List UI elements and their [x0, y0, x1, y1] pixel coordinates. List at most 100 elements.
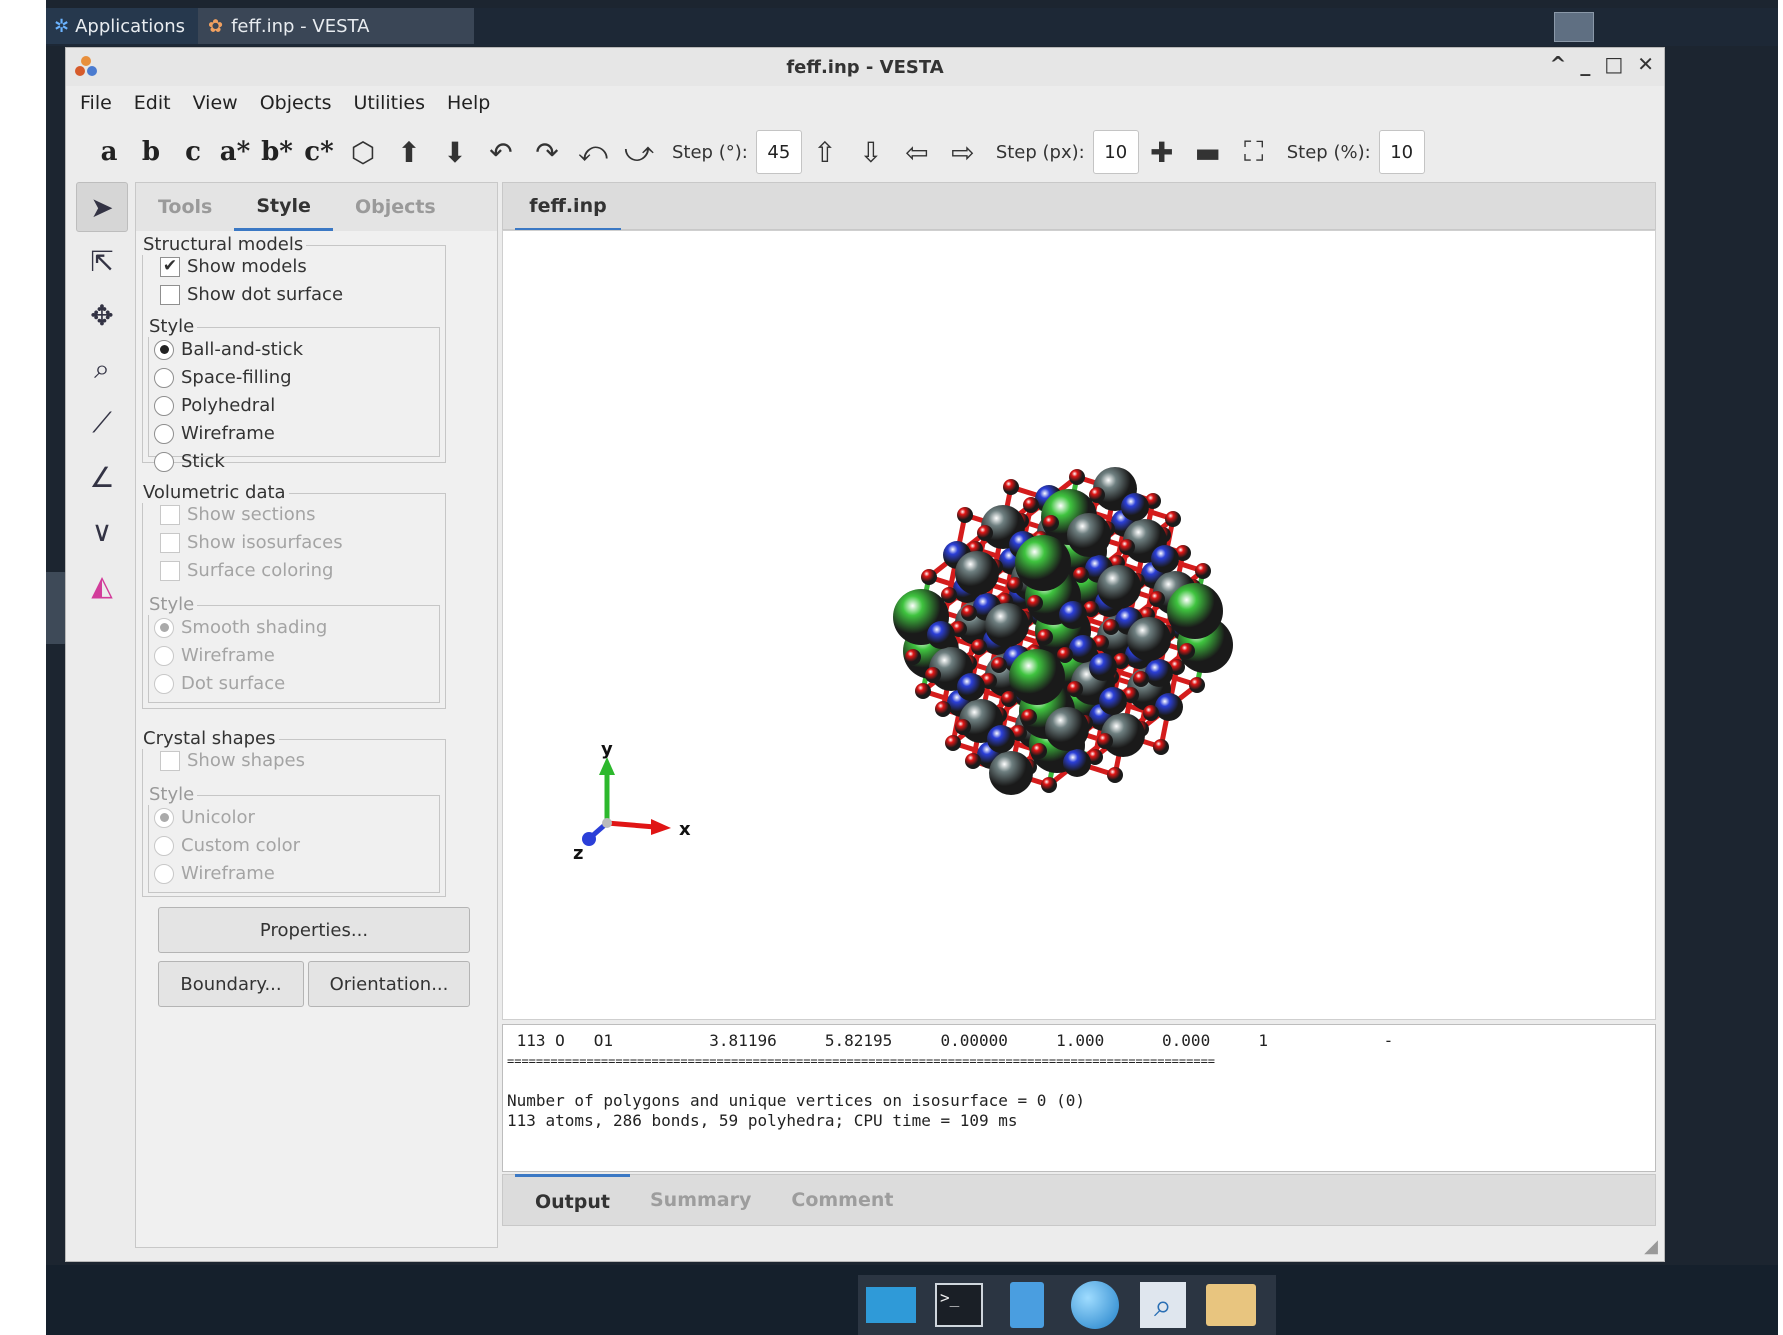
- atom[interactable]: [961, 605, 977, 621]
- fit-to-screen-icon[interactable]: ⛶: [1231, 130, 1277, 174]
- translate-tool-icon[interactable]: ✥: [76, 290, 128, 340]
- folder-icon[interactable]: [1206, 1280, 1256, 1330]
- atom[interactable]: [1155, 693, 1183, 721]
- radio-wireframe[interactable]: Wireframe: [154, 423, 275, 444]
- atom[interactable]: [1073, 567, 1089, 583]
- surface-coloring-checkbox[interactable]: Surface coloring: [160, 560, 333, 581]
- web-browser-icon[interactable]: [1070, 1280, 1120, 1330]
- show-dot-surface-checkbox[interactable]: Show dot surface: [160, 284, 343, 305]
- atom[interactable]: [1149, 591, 1165, 607]
- radio-dot-surface[interactable]: Dot surface: [154, 673, 285, 694]
- atom[interactable]: [945, 735, 961, 751]
- structure-canvas[interactable]: y x z: [502, 230, 1656, 1020]
- atom[interactable]: [957, 673, 985, 701]
- step-px-input[interactable]: 10: [1092, 130, 1139, 174]
- tab-feff-inp[interactable]: feff.inp: [515, 183, 621, 231]
- atom[interactable]: [905, 649, 921, 665]
- atom[interactable]: [1015, 535, 1071, 591]
- crystal-structure[interactable]: [503, 231, 1655, 1019]
- menu-file[interactable]: File: [80, 92, 112, 114]
- dihedral-tool-icon[interactable]: ∨: [76, 506, 128, 556]
- menu-utilities[interactable]: Utilities: [353, 92, 425, 114]
- view-b-button[interactable]: b: [130, 130, 172, 174]
- atom[interactable]: [941, 587, 957, 603]
- menu-view[interactable]: View: [193, 92, 238, 114]
- radio-ball-and-stick[interactable]: Ball-and-stick: [154, 339, 303, 360]
- translate-left-icon[interactable]: ⇦: [894, 130, 940, 174]
- rotate-down-icon[interactable]: ⬇: [432, 130, 478, 174]
- taskbar-item-vesta[interactable]: ✿ feff.inp - VESTA: [198, 8, 474, 44]
- show-models-checkbox[interactable]: ✔ Show models: [160, 256, 307, 277]
- view-c-button[interactable]: c: [172, 130, 214, 174]
- resize-grip-icon[interactable]: ◢: [1644, 1236, 1658, 1257]
- atom[interactable]: [1003, 479, 1019, 495]
- atom[interactable]: [927, 621, 955, 649]
- atom[interactable]: [1023, 497, 1039, 513]
- atom[interactable]: [925, 667, 941, 683]
- rotate-ccw-icon[interactable]: ⤺: [570, 130, 616, 174]
- atom[interactable]: [1153, 739, 1169, 755]
- radio-vol-wireframe[interactable]: Wireframe: [154, 645, 275, 666]
- atom[interactable]: [1133, 671, 1149, 687]
- atom[interactable]: [1045, 707, 1089, 751]
- maximize-icon[interactable]: □: [1604, 52, 1623, 76]
- view-a-button[interactable]: a: [88, 130, 130, 174]
- atom[interactable]: [989, 751, 1033, 795]
- atom[interactable]: [977, 525, 993, 541]
- atom[interactable]: [1069, 469, 1085, 485]
- atom[interactable]: [1121, 493, 1149, 521]
- atom[interactable]: [1127, 617, 1171, 661]
- applications-menu[interactable]: ✲ Applications ⋮: [46, 8, 218, 44]
- distance-tool-icon[interactable]: ⟋: [76, 398, 128, 448]
- output-console[interactable]: 113 O O1 3.81196 5.82195 0.00000 1.000 0…: [502, 1024, 1656, 1172]
- title-bar[interactable]: feff.inp - VESTA ^ _ □ ✕: [66, 48, 1664, 86]
- atom[interactable]: [971, 639, 987, 655]
- step-deg-input[interactable]: 45: [755, 130, 802, 174]
- tab-output[interactable]: Output: [515, 1174, 630, 1226]
- atom[interactable]: [1031, 743, 1047, 759]
- rotate-right-icon[interactable]: ↷: [524, 130, 570, 174]
- radio-unicolor[interactable]: Unicolor: [154, 807, 255, 828]
- tab-objects[interactable]: Objects: [333, 183, 458, 231]
- shade-icon[interactable]: ^: [1550, 52, 1567, 76]
- radio-stick[interactable]: Stick: [154, 451, 225, 472]
- view-c-star-button[interactable]: c*: [298, 130, 340, 174]
- atom[interactable]: [1037, 629, 1053, 645]
- atom[interactable]: [1151, 545, 1179, 573]
- lattice-plane-tool-icon[interactable]: ◭: [76, 560, 128, 610]
- select-region-tool-icon[interactable]: ⇱: [76, 236, 128, 286]
- zoom-in-icon[interactable]: ✚: [1139, 130, 1185, 174]
- menu-objects[interactable]: Objects: [260, 92, 332, 114]
- show-isosurfaces-checkbox[interactable]: Show isosurfaces: [160, 532, 343, 553]
- atom[interactable]: [1059, 601, 1087, 629]
- atom[interactable]: [1027, 595, 1043, 611]
- atom[interactable]: [1063, 749, 1091, 777]
- atom[interactable]: [1021, 709, 1037, 725]
- close-icon[interactable]: ✕: [1637, 52, 1654, 76]
- orientation-button[interactable]: Orientation...: [308, 961, 470, 1007]
- atom[interactable]: [921, 569, 937, 585]
- tab-tools[interactable]: Tools: [136, 183, 234, 231]
- atom[interactable]: [1165, 511, 1181, 527]
- translate-up-icon[interactable]: ⇧: [802, 130, 848, 174]
- show-desktop-icon[interactable]: [866, 1280, 916, 1330]
- radio-crystal-wireframe[interactable]: Wireframe: [154, 863, 275, 884]
- select-tool-icon[interactable]: ➤: [76, 182, 128, 232]
- translate-down-icon[interactable]: ⇩: [848, 130, 894, 174]
- atom[interactable]: [1067, 681, 1083, 697]
- atom[interactable]: [987, 725, 1015, 753]
- atom[interactable]: [1103, 619, 1119, 635]
- radio-polyhedral[interactable]: Polyhedral: [154, 395, 275, 416]
- atom[interactable]: [1089, 653, 1117, 681]
- atom[interactable]: [1195, 563, 1211, 579]
- atom[interactable]: [915, 683, 931, 699]
- tab-style[interactable]: Style: [234, 183, 333, 231]
- atom[interactable]: [1097, 565, 1141, 609]
- radio-custom-color[interactable]: Custom color: [154, 835, 300, 856]
- atom[interactable]: [1041, 777, 1057, 793]
- atom[interactable]: [1099, 687, 1127, 715]
- angle-tool-icon[interactable]: ∠: [76, 452, 128, 502]
- tab-summary[interactable]: Summary: [630, 1174, 771, 1226]
- radio-space-filling[interactable]: Space-filling: [154, 367, 292, 388]
- atom[interactable]: [1107, 767, 1123, 783]
